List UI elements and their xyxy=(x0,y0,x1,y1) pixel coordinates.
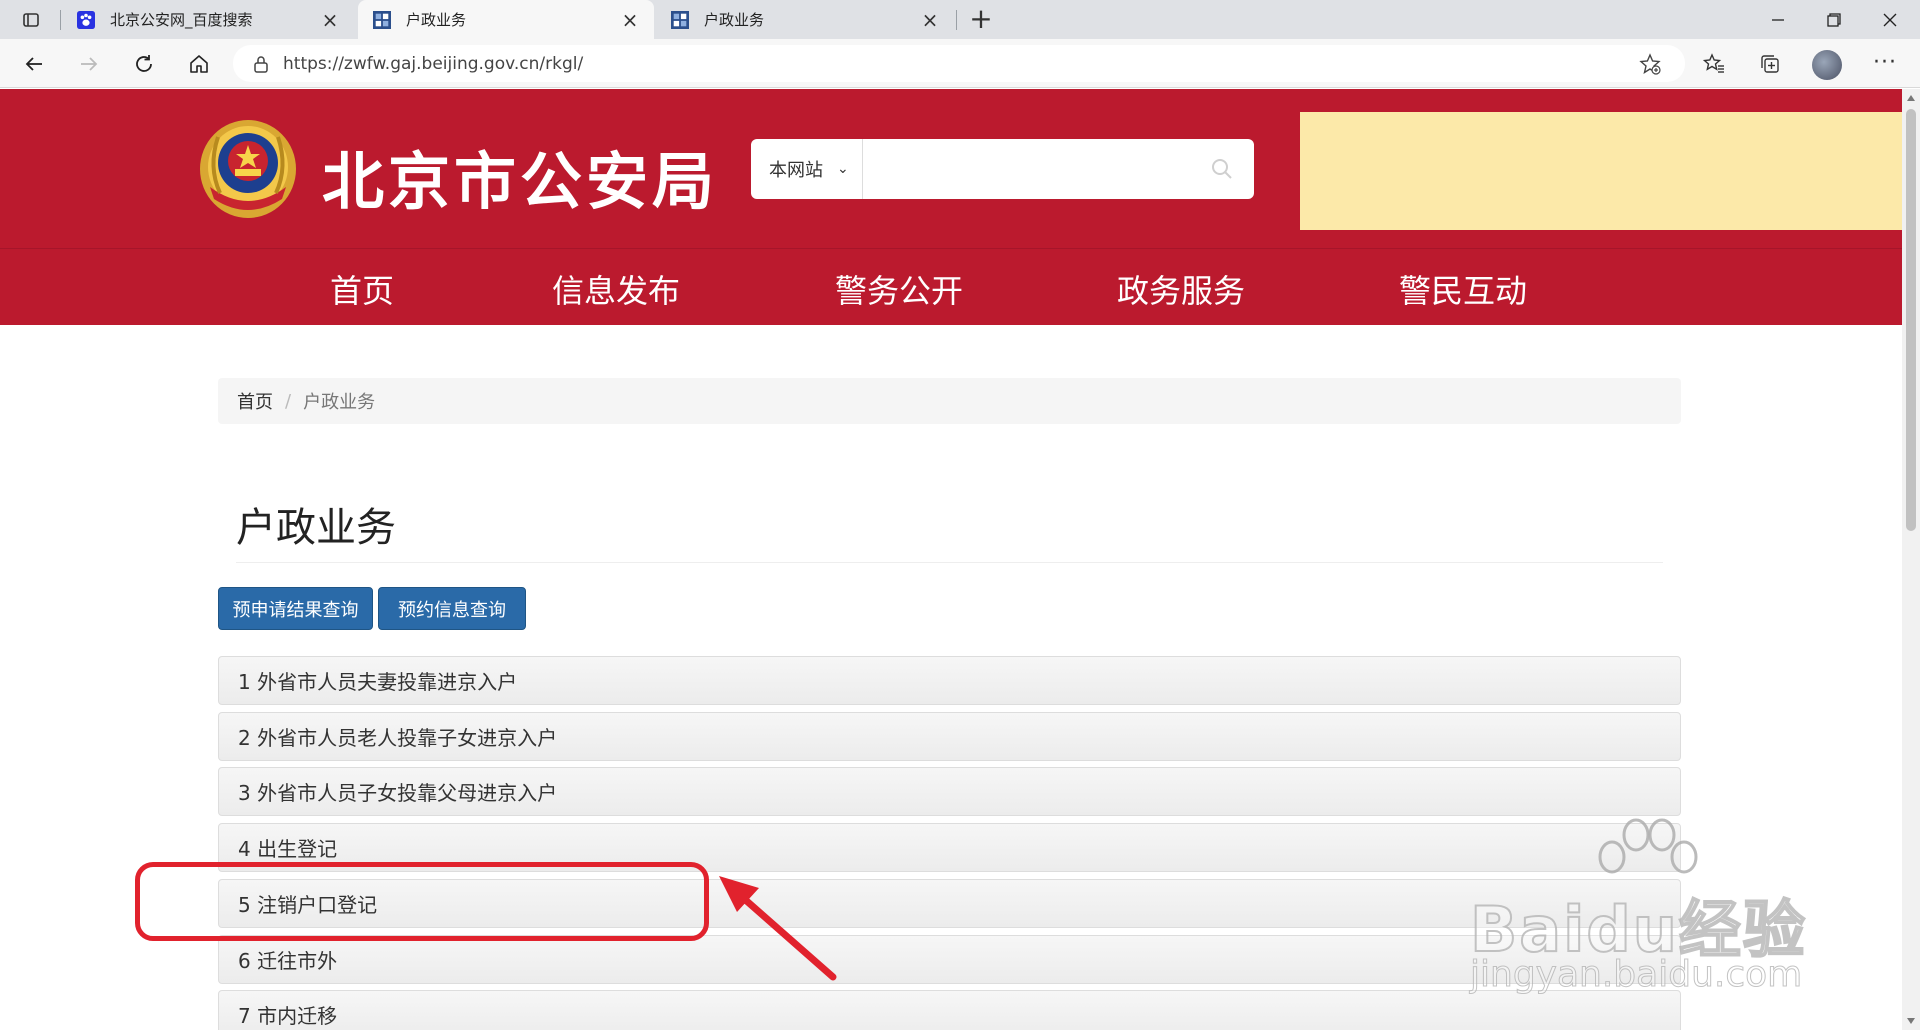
highlight-annotation-box xyxy=(135,862,709,941)
browser-tab[interactable]: 北京公安网_百度搜索 × xyxy=(62,0,354,39)
appointment-query-button[interactable]: 预约信息查询 xyxy=(378,587,526,630)
page-title: 户政业务 xyxy=(236,505,396,551)
minimize-button[interactable] xyxy=(1750,0,1806,39)
page-scrollbar[interactable] xyxy=(1902,89,1920,1030)
search-scope-label: 本网站 xyxy=(769,160,823,181)
home-icon xyxy=(190,55,208,73)
watermark-sub-text: jingyan.baidu.com xyxy=(1469,954,1803,996)
browser-tab-active[interactable]: 户政业务 × xyxy=(358,0,654,39)
add-favorite-icon[interactable] xyxy=(1639,53,1661,75)
restore-icon xyxy=(1827,12,1841,27)
search-scope-select[interactable]: 本网站 ⌄ xyxy=(751,139,863,199)
close-icon xyxy=(1883,13,1897,26)
new-tab-button[interactable]: + xyxy=(966,5,996,35)
browser-tab[interactable]: 户政业务 × xyxy=(656,0,954,39)
scrollbar-thumb[interactable] xyxy=(1906,109,1916,531)
breadcrumb-separator: / xyxy=(285,390,292,412)
tab-close-icon[interactable]: × xyxy=(620,10,640,30)
heading-divider xyxy=(236,562,1663,563)
tab-actions-button[interactable] xyxy=(14,6,48,34)
site-header: 北京市公安局 本网站 ⌄ xyxy=(0,89,1902,248)
site-title: 北京市公安局 xyxy=(322,145,719,218)
page-viewport: 北京市公安局 本网站 ⌄ 首页 信息发布 警务公开 政务服务 警民互动 首页 /… xyxy=(0,89,1902,1030)
service-item[interactable]: 6 迁往市外 xyxy=(218,935,1681,984)
collections-button[interactable] xyxy=(1752,47,1788,81)
header-banner xyxy=(1300,112,1902,230)
address-bar[interactable]: https://zwfw.gaj.beijing.gov.cn/rkgl/ xyxy=(233,45,1685,82)
tab-separator xyxy=(60,10,61,30)
browser-toolbar: https://zwfw.gaj.beijing.gov.cn/rkgl/ ··… xyxy=(0,39,1920,88)
tab-title: 户政业务 xyxy=(406,11,467,29)
refresh-icon xyxy=(136,55,152,72)
service-item[interactable]: 7 市内迁移 xyxy=(218,990,1681,1030)
browser-tab-bar: 北京公安网_百度搜索 × 户政业务 × 户政业务 × + xyxy=(0,0,1920,39)
lock-icon[interactable] xyxy=(251,54,271,74)
scroll-down-icon[interactable] xyxy=(1907,1018,1915,1024)
tab-title: 北京公安网_百度搜索 xyxy=(110,11,253,29)
red-arrow-annotation-icon xyxy=(719,876,837,981)
pre-application-query-button[interactable]: 预申请结果查询 xyxy=(218,587,373,630)
more-options-icon[interactable]: ··· xyxy=(1868,48,1902,82)
chevron-down-icon: ⌄ xyxy=(837,161,849,177)
nav-item-home[interactable]: 首页 xyxy=(330,266,394,312)
favorites-button[interactable] xyxy=(1696,47,1732,81)
main-navigation: 首页 信息发布 警务公开 政务服务 警民互动 xyxy=(0,248,1902,325)
service-item[interactable]: 1 外省市人员夫妻投靠进京入户 xyxy=(218,656,1681,705)
tab-title: 户政业务 xyxy=(704,11,765,29)
profile-avatar[interactable] xyxy=(1812,50,1842,80)
refresh-button[interactable] xyxy=(126,47,162,81)
restore-button[interactable] xyxy=(1806,0,1862,39)
tab-actions-icon xyxy=(23,13,39,27)
close-window-button[interactable] xyxy=(1862,0,1918,39)
forward-arrow-icon xyxy=(81,57,98,71)
scroll-up-icon[interactable] xyxy=(1907,95,1915,101)
baidu-paw-icon xyxy=(76,10,96,30)
collections-icon xyxy=(1761,55,1779,73)
url-text: https://zwfw.gaj.beijing.gov.cn/rkgl/ xyxy=(283,53,584,74)
minimize-icon xyxy=(1772,18,1784,21)
back-button[interactable] xyxy=(16,47,52,81)
back-arrow-icon xyxy=(25,57,42,71)
breadcrumb-home-link[interactable]: 首页 xyxy=(237,388,273,414)
police-site-favicon xyxy=(670,10,690,30)
breadcrumb: 首页 / 户政业务 xyxy=(218,378,1681,424)
favorites-list-icon xyxy=(1703,53,1724,73)
breadcrumb-current: 户政业务 xyxy=(303,392,376,413)
nav-item-police-affairs[interactable]: 警务公开 xyxy=(835,266,963,312)
search-icon[interactable] xyxy=(1210,157,1234,181)
nav-item-interaction[interactable]: 警民互动 xyxy=(1399,266,1527,312)
tab-close-icon[interactable]: × xyxy=(320,10,340,30)
home-button[interactable] xyxy=(181,47,217,81)
police-site-favicon xyxy=(372,10,392,30)
service-item[interactable]: 2 外省市人员老人投靠子女进京入户 xyxy=(218,712,1681,761)
tab-separator xyxy=(956,10,957,30)
police-emblem-icon xyxy=(200,120,296,218)
baidu-jingyan-watermark: Baidu经验 jingyan.baidu.com xyxy=(1469,818,1830,996)
tab-close-icon[interactable]: × xyxy=(920,10,940,30)
nav-item-gov-services[interactable]: 政务服务 xyxy=(1117,266,1245,312)
site-search: 本网站 ⌄ xyxy=(751,139,1254,199)
service-item[interactable]: 3 外省市人员子女投靠父母进京入户 xyxy=(218,767,1681,816)
nav-item-info-release[interactable]: 信息发布 xyxy=(552,266,680,312)
forward-button[interactable] xyxy=(71,47,107,81)
